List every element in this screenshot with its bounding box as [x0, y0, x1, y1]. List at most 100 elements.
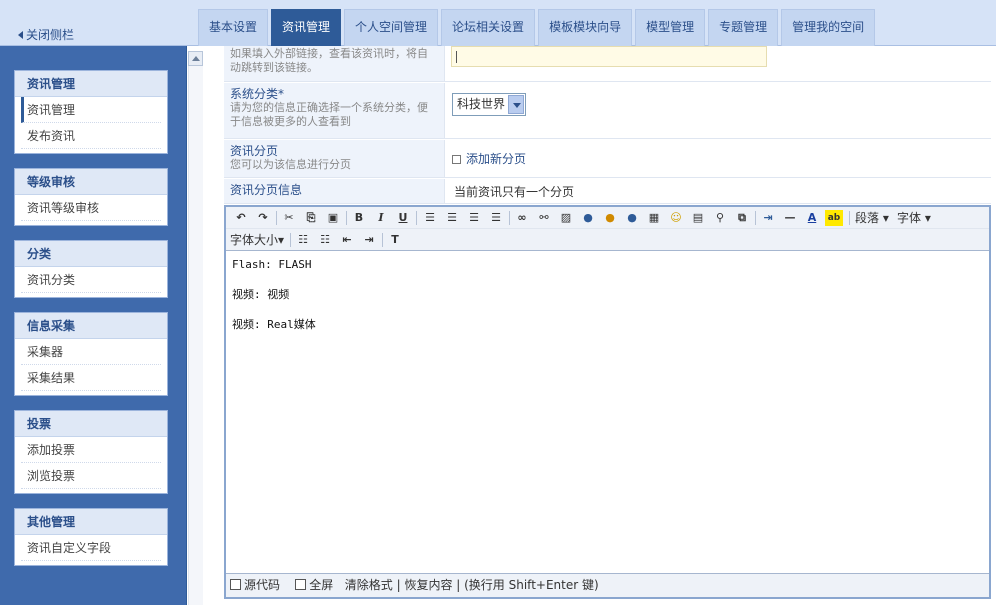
sidebar-group-title: 等级审核 — [15, 169, 167, 195]
dropdown-arrow-icon — [508, 95, 524, 114]
scroll-up-button[interactable] — [188, 51, 203, 66]
link-icon[interactable]: ∞ — [513, 210, 531, 226]
undo-icon[interactable]: ↶ — [232, 210, 250, 226]
font-dropdown[interactable]: 字体 ▾ — [897, 210, 931, 226]
font-size-label: 字体大小 — [230, 233, 279, 247]
main-tabs: 基本设置 资讯管理 个人空间管理 论坛相关设置 模板模块向导 模型管理 专题管理 管理我的空间 — [198, 9, 878, 46]
real-media-icon[interactable]: ● — [623, 210, 641, 226]
external-link-input[interactable] — [451, 46, 767, 67]
paging-info-value-cell: 当前资讯只有一个分页 — [446, 179, 991, 203]
flash-icon[interactable]: ● — [579, 210, 597, 226]
sidebar: 资讯管理 资讯管理 发布资讯等级审核 资讯等级审核 分类 资讯分类信息采集 采集器 采集结果投… — [0, 46, 187, 605]
horizontal-rule-icon[interactable]: — — [781, 210, 799, 226]
align-left-icon[interactable]: ☰ — [421, 210, 439, 226]
paging-info-label: 资讯分页信息 — [230, 183, 303, 197]
sidebar-group: 信息采集 采集器 采集结果 — [14, 312, 168, 396]
sidebar-item[interactable]: 资讯管理 — [21, 97, 161, 123]
editor-toolbar-row-2: 字体大小▾ ☷ ☷ ⇤ ⇥ T — [226, 229, 989, 251]
category-select[interactable]: 科技世界 — [452, 93, 526, 116]
paragraph-label: 段落 — [855, 211, 880, 225]
sidebar-item[interactable]: 浏览投票 — [21, 463, 161, 489]
cut-icon[interactable]: ✂ — [280, 210, 298, 226]
rich-text-editor: ↶ ↷ ✂ ⎘ ▣ B I U ☰ ☰ ☰ ☰ ∞ ⚯ ▨ ● ● ● ▦ ☺ … — [224, 205, 991, 599]
restore-content-link[interactable]: 恢复内容 — [404, 578, 452, 592]
search-icon[interactable]: ⚲ — [711, 210, 729, 226]
source-code-checkbox[interactable] — [230, 579, 241, 590]
underline-button[interactable]: U — [394, 210, 412, 226]
quote-icon[interactable]: ▤ — [689, 210, 707, 226]
tab-5[interactable]: 模型管理 — [635, 9, 706, 46]
outdent-icon[interactable]: ⇤ — [338, 232, 356, 248]
content-line: Flash: FLASH — [232, 258, 312, 271]
align-justify-icon[interactable]: ☰ — [487, 210, 505, 226]
paging-info-value: 当前资讯只有一个分页 — [454, 185, 575, 199]
external-link-value-cell — [446, 46, 991, 81]
add-page-link[interactable]: 添加新分页 — [452, 150, 526, 167]
fullscreen-checkbox[interactable] — [295, 579, 307, 590]
external-link-label-cell: 如果填入外部链接，查看该资讯时，将自动跳转到该链接。 — [224, 46, 445, 81]
category-label: 系统分类* — [230, 87, 285, 101]
sidebar-item[interactable]: 采集结果 — [21, 365, 161, 391]
tab-4[interactable]: 模板模块向导 — [538, 9, 633, 46]
ordered-list-icon[interactable]: ☷ — [294, 232, 312, 248]
sidebar-item[interactable]: 资讯自定义字段 — [21, 535, 161, 561]
image-icon[interactable]: ▨ — [557, 210, 575, 226]
italic-button[interactable]: I — [372, 210, 390, 226]
content-line: 视频: 视频 — [232, 288, 290, 301]
category-label-cell: 系统分类* 请为您的信息正确选择一个系统分类，便于信息被更多的人查看到 — [224, 83, 445, 138]
paging-info-row: 资讯分页信息 当前资讯只有一个分页 — [224, 179, 991, 204]
tab-1[interactable]: 资讯管理 — [271, 9, 342, 46]
table-icon[interactable]: ▦ — [645, 210, 663, 226]
unordered-list-icon[interactable]: ☷ — [316, 232, 334, 248]
align-right-icon[interactable]: ☰ — [465, 210, 483, 226]
category-value-cell: 科技世界 — [446, 83, 991, 138]
paste-icon[interactable]: ▣ — [324, 210, 342, 226]
clear-format-link[interactable]: 清除格式 — [345, 578, 393, 592]
tab-3[interactable]: 论坛相关设置 — [441, 9, 536, 46]
highlight-icon[interactable]: ab — [825, 210, 843, 226]
editor-toolbar-row-1: ↶ ↷ ✂ ⎘ ▣ B I U ☰ ☰ ☰ ☰ ∞ ⚯ ▨ ● ● ● ▦ ☺ … — [226, 207, 989, 229]
fullscreen-toggle[interactable]: 全屏 — [295, 578, 333, 592]
indent-icon[interactable]: ⇥ — [759, 210, 777, 226]
external-link-hint: 如果填入外部链接，查看该资讯时，将自动跳转到该链接。 — [230, 47, 428, 74]
paging-desc: 您可以为该信息进行分页 — [230, 158, 351, 171]
sidebar-group-title: 分类 — [15, 241, 167, 267]
scrollbar-track[interactable] — [188, 66, 203, 605]
media-icon[interactable]: ● — [601, 210, 619, 226]
sidebar-group-title: 投票 — [15, 411, 167, 437]
tab-0[interactable]: 基本设置 — [198, 9, 269, 46]
tab-6[interactable]: 专题管理 — [708, 9, 779, 46]
sidebar-item[interactable]: 资讯等级审核 — [21, 195, 161, 221]
remove-format-icon[interactable]: T — [386, 232, 404, 248]
line-break-hint: (换行用 Shift+Enter 键) — [464, 578, 599, 592]
tab-7[interactable]: 管理我的空间 — [781, 9, 876, 46]
sidebar-item[interactable]: 采集器 — [21, 339, 161, 365]
sidebar-item[interactable]: 发布资讯 — [21, 123, 161, 149]
redo-icon[interactable]: ↷ — [254, 210, 272, 226]
editor-content[interactable]: Flash: FLASH 视频: 视频 视频: Real媒体 — [226, 252, 989, 575]
close-sidebar-button[interactable]: 关闭侧栏 — [18, 26, 74, 43]
copy-icon[interactable]: ⎘ — [302, 210, 320, 226]
paragraph-dropdown[interactable]: 段落 ▾ — [855, 210, 889, 226]
category-desc: 请为您的信息正确选择一个系统分类，便于信息被更多的人查看到 — [230, 101, 428, 128]
smiley-icon[interactable]: ☺ — [667, 210, 685, 226]
bold-button[interactable]: B — [350, 210, 368, 226]
paging-row: 资讯分页 您可以为该信息进行分页 添加新分页 — [224, 140, 991, 178]
font-size-dropdown[interactable]: 字体大小▾ — [230, 232, 284, 248]
sidebar-item[interactable]: 添加投票 — [21, 437, 161, 463]
page-icon — [452, 155, 461, 164]
add-page-label: 添加新分页 — [466, 152, 527, 166]
unlink-icon[interactable]: ⚯ — [535, 210, 553, 226]
category-row: 系统分类* 请为您的信息正确选择一个系统分类，便于信息被更多的人查看到 科技世界 — [224, 83, 991, 139]
category-selected-value: 科技世界 — [457, 97, 506, 111]
fullscreen-label: 全屏 — [309, 578, 334, 592]
align-center-icon[interactable]: ☰ — [443, 210, 461, 226]
code-icon[interactable]: ⧉ — [733, 210, 751, 226]
tab-2[interactable]: 个人空间管理 — [344, 9, 439, 46]
font-color-icon[interactable]: A — [803, 210, 821, 226]
sidebar-group-title: 其他管理 — [15, 509, 167, 535]
sidebar-group: 资讯管理 资讯管理 发布资讯 — [14, 70, 168, 154]
source-code-toggle[interactable]: 源代码 — [230, 578, 280, 592]
sidebar-item[interactable]: 资讯分类 — [21, 267, 161, 293]
indent-more-icon[interactable]: ⇥ — [360, 232, 378, 248]
